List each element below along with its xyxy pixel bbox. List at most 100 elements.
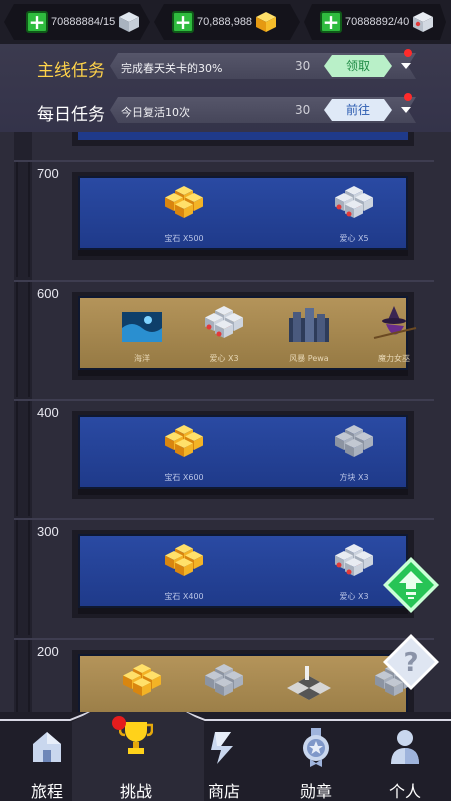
tier-divider (14, 399, 434, 401)
tier-divider (14, 638, 434, 640)
reward-item[interactable] (265, 656, 345, 712)
medal-icon (303, 728, 329, 767)
reward-label: 风暴 Pewa (289, 354, 329, 363)
daily-task-desc: 今日复活10次 (121, 106, 190, 119)
reward-item[interactable]: 爱心 X5 (310, 178, 390, 252)
heart-cubes-icon (335, 186, 373, 218)
person-icon (391, 730, 419, 764)
silver-cube-icon (119, 12, 140, 32)
previous-tier-card-edge (72, 132, 414, 146)
tab-journey[interactable]: 旅程 (7, 726, 87, 801)
silver-cube-count: 70888884/15 (51, 16, 116, 28)
reward-label: 爱心 X5 (339, 234, 369, 243)
reward-label: 海洋 (134, 354, 150, 363)
chevron-down-icon[interactable] (401, 107, 411, 113)
reward-card[interactable]: 宝石 X600 方块 X3 (72, 411, 414, 499)
tier-threshold: 300 (37, 524, 59, 539)
rail-segment (16, 401, 30, 516)
reward-item[interactable]: 方块 X3 (310, 417, 390, 491)
reward-card-shadow (78, 370, 408, 376)
claim-button[interactable]: 领取 (324, 55, 392, 77)
reward-label: 宝石 X600 (164, 473, 204, 482)
reward-item[interactable] (180, 656, 260, 712)
reward-label: 爱心 X3 (209, 354, 239, 363)
notification-dot (404, 93, 412, 101)
reward-label: 方块 X3 (339, 473, 369, 482)
daily-task-row[interactable]: 每日任务 今日复活10次 30 前往 (0, 88, 451, 132)
reward-item[interactable]: 爱心 X3 (180, 298, 260, 372)
reward-card[interactable] (72, 650, 414, 712)
main-task-points: 30 (295, 59, 311, 73)
reward-item[interactable]: 宝石 X500 (140, 178, 220, 252)
tier-divider (14, 518, 434, 520)
tier-threshold: 600 (37, 286, 59, 301)
house-icon (33, 732, 61, 762)
gold-cubes-icon (165, 186, 203, 218)
tier-threshold: 200 (37, 644, 59, 659)
tab-challenge[interactable]: 挑战 (96, 716, 176, 801)
notification-dot (112, 716, 126, 730)
reward-card-face: 海洋 爱心 X3 风暴 Pewa 魔力女巫 (78, 296, 417, 372)
reward-card[interactable]: 宝石 X500 爱心 X5 (72, 172, 414, 260)
reward-label: 宝石 X500 (164, 234, 204, 243)
reward-item[interactable]: 魔力女巫 (350, 298, 430, 372)
gold-cube-icon (256, 12, 277, 32)
add-silver-button[interactable]: + (26, 11, 48, 33)
rail-segment (16, 520, 30, 635)
reward-card-face: 宝石 X500 爱心 X5 (78, 176, 408, 250)
grey-cubes-icon (335, 425, 373, 457)
tab-shop-label: 商店 (207, 782, 240, 801)
tab-challenge-label: 挑战 (119, 782, 152, 801)
chess-board-icon (287, 666, 331, 700)
reward-card-face: 宝石 X400 爱心 X3 (78, 534, 408, 608)
gold-cubes-icon (165, 544, 203, 576)
rail-segment (16, 162, 30, 277)
scroll-to-current-button[interactable] (381, 555, 441, 615)
tab-shop[interactable]: 商店 (184, 726, 264, 801)
tier-threshold: 700 (37, 166, 59, 181)
main-task-desc: 完成春天关卡的30% (121, 62, 223, 75)
reward-track[interactable]: 700 宝石 X500 爱心 X5 600 海洋 爱心 X3 风暴 Pewa 魔… (0, 132, 451, 712)
tier-divider (14, 280, 434, 282)
chevron-down-icon[interactable] (401, 63, 411, 69)
tab-profile[interactable]: 个人 (365, 726, 445, 801)
heart-cubes-icon (335, 544, 373, 576)
goto-button[interactable]: 前往 (324, 99, 392, 121)
bottom-nav: 旅程 挑战 商店 勋章 个人 (0, 712, 451, 801)
reward-card-shadow (78, 608, 408, 614)
tier-threshold: 400 (37, 405, 59, 420)
reward-label: 魔力女巫 (378, 354, 410, 363)
gold-cube-count: 70,888,988 (197, 16, 253, 28)
witch-icon (373, 306, 417, 339)
tab-journey-label: 旅程 (30, 782, 63, 801)
main-task-title: 主线任务 (37, 61, 105, 81)
question-icon: ? (403, 648, 418, 678)
task-panel: 主线任务 完成春天关卡的30% 30 领取 每日任务 今日复活10次 30 前往 (0, 44, 451, 132)
grey-cubes-icon (205, 664, 243, 696)
main-task-row[interactable]: 主线任务 完成春天关卡的30% 30 领取 (0, 44, 451, 88)
add-heart-button[interactable]: + (320, 11, 342, 33)
tab-medals[interactable]: 勋章 (276, 726, 356, 801)
reward-card[interactable]: 海洋 爱心 X3 风暴 Pewa 魔力女巫 (72, 292, 417, 380)
heart-cube-icon (413, 12, 434, 32)
ocean-theme-icon (122, 312, 162, 342)
reward-card-face: 宝石 X600 方块 X3 (78, 415, 408, 489)
reward-card[interactable]: 宝石 X400 爱心 X3 (72, 530, 414, 618)
reward-item[interactable]: 宝石 X600 (140, 417, 220, 491)
heart-cubes-icon (205, 306, 243, 338)
shop-icon (211, 732, 233, 764)
reward-item[interactable] (98, 656, 178, 712)
reward-item[interactable]: 风暴 Pewa (265, 298, 345, 372)
resource-bar: + 70888884/15 + 70,888,988 + 70888892/40 (0, 0, 451, 44)
daily-task-points: 30 (295, 103, 311, 117)
gold-cubes-icon (123, 664, 161, 696)
tab-medals-label: 勋章 (299, 782, 332, 801)
add-gold-button[interactable]: + (172, 11, 194, 33)
rail-segment (16, 640, 30, 712)
heart-cube-resource: + 70888892/40 (320, 6, 434, 38)
reward-item[interactable]: 海洋 (98, 298, 178, 372)
reward-item[interactable]: 宝石 X400 (140, 536, 220, 610)
reward-item[interactable]: 爱心 X3 (310, 536, 390, 610)
rail-segment (16, 282, 30, 397)
help-button[interactable]: ? (381, 632, 441, 692)
